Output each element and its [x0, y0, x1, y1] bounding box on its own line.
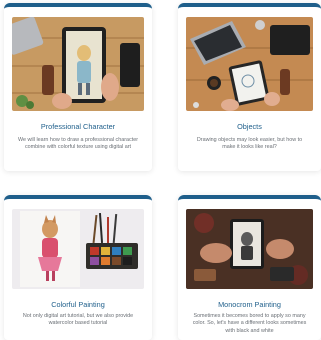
card-image-monochrome-tablet — [186, 209, 313, 289]
card-title[interactable]: Colorful Painting — [4, 300, 152, 309]
card-description: We will learn how to draw a professional… — [17, 137, 139, 151]
course-card-colorful-painting[interactable]: Colorful Painting Not only digital art t… — [4, 195, 152, 340]
card-title[interactable]: Professional Character — [4, 122, 152, 131]
card-title[interactable]: Monocrom Painting — [178, 300, 321, 309]
card-image-desk-sketch — [186, 17, 313, 111]
card-image-watercolor-paint — [12, 209, 144, 289]
card-description: Drawing objects may look easier, but how… — [196, 137, 303, 151]
course-card-objects[interactable]: Objects Drawing objects may look easier,… — [178, 3, 321, 171]
card-title[interactable]: Objects — [178, 122, 321, 131]
course-card-monocrom-painting[interactable]: Monocrom Painting Sometimes it becomes b… — [178, 195, 321, 340]
card-image-tablet-drawing — [12, 17, 144, 111]
course-card-professional-character[interactable]: Professional Character We will learn how… — [4, 3, 152, 171]
card-description: Not only digital art tutorial, but we al… — [22, 313, 134, 327]
card-description: Sometimes it becomes bored to apply so m… — [192, 313, 307, 334]
